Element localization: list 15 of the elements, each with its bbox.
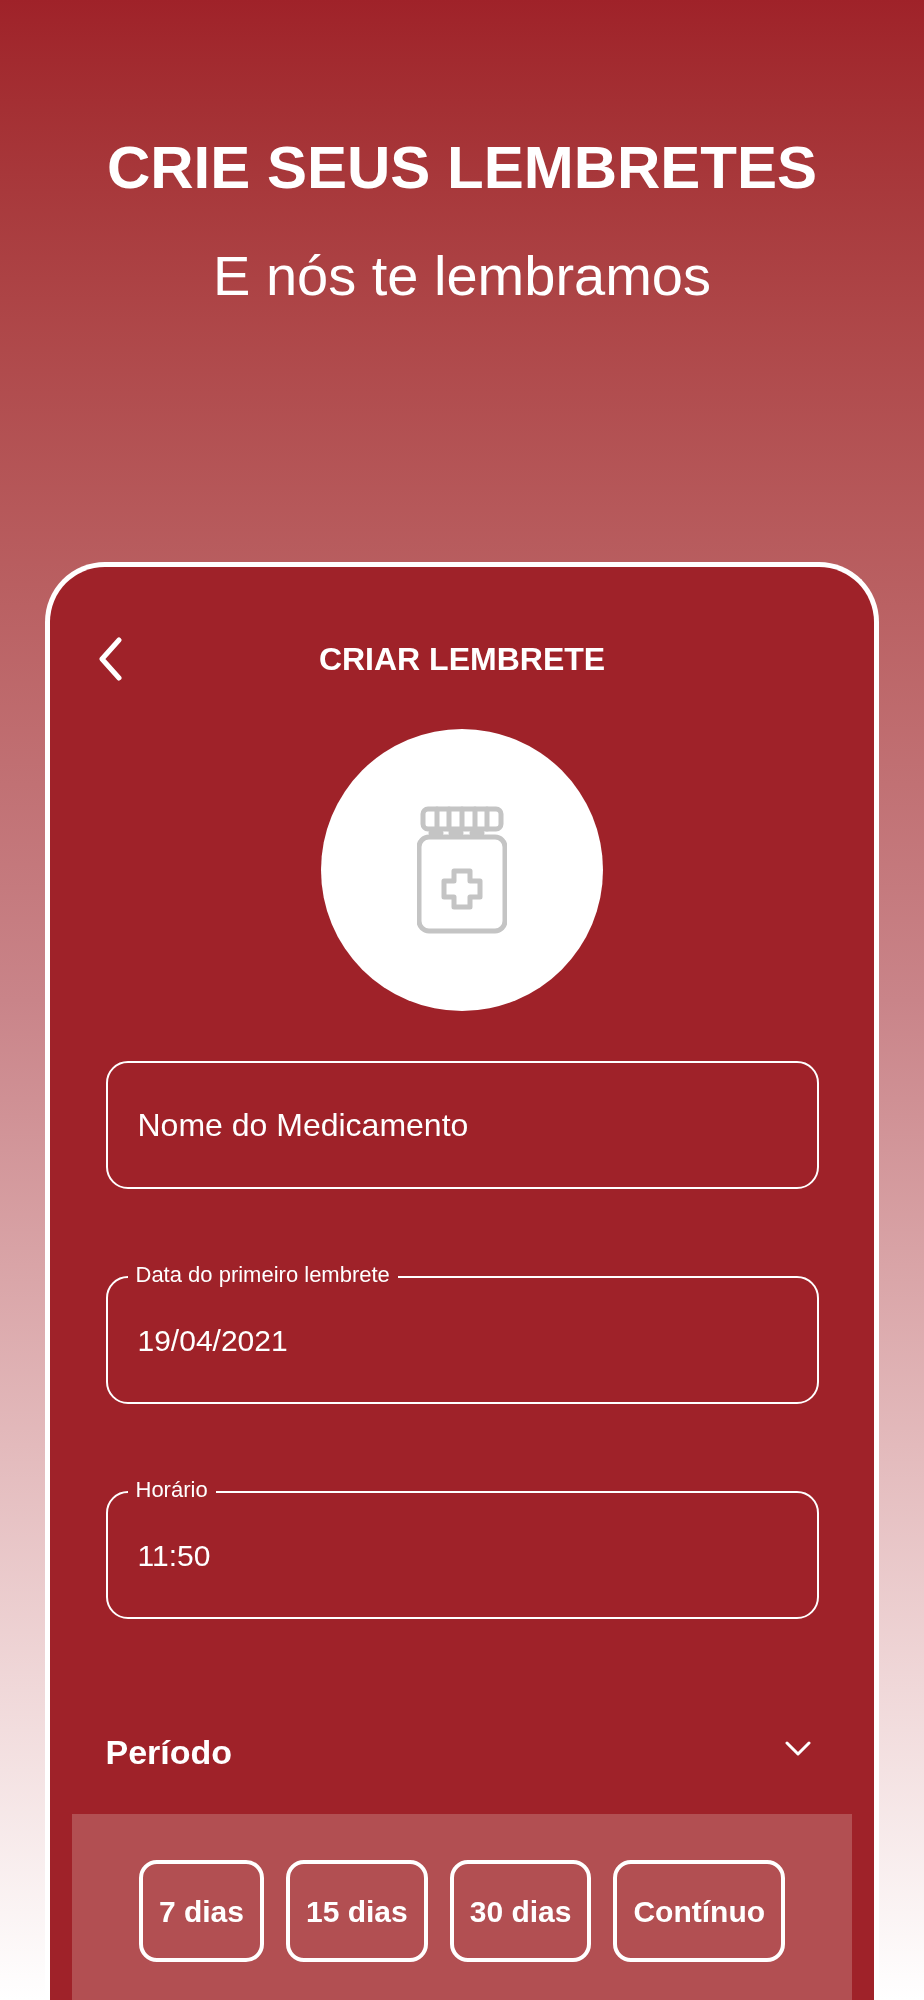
field-value: 11:50 <box>137 1537 211 1574</box>
period-option[interactable]: 15 dias <box>286 1860 428 1962</box>
headline: CRIE SEUS LEMBRETES <box>106 138 818 198</box>
subtitle: E nós te lembramos <box>213 248 711 304</box>
period-option[interactable]: 30 dias <box>449 1860 592 1962</box>
field-value: 19/04/2021 <box>137 1322 288 1359</box>
input-field[interactable]: Nome do Medicamento <box>105 1061 819 1189</box>
field-placeholder: Nome do Medicamento <box>137 1106 469 1145</box>
screen-title: CRIAR LEMBRETE <box>318 640 606 679</box>
chevron-down-icon[interactable] <box>784 1740 811 1757</box>
period-label: Período <box>105 1732 233 1773</box>
period-option[interactable]: 7 dias <box>138 1860 264 1962</box>
medicine-bottle-icon <box>417 805 507 935</box>
period-option[interactable]: Contínuo <box>613 1860 786 1962</box>
back-icon <box>97 637 123 681</box>
